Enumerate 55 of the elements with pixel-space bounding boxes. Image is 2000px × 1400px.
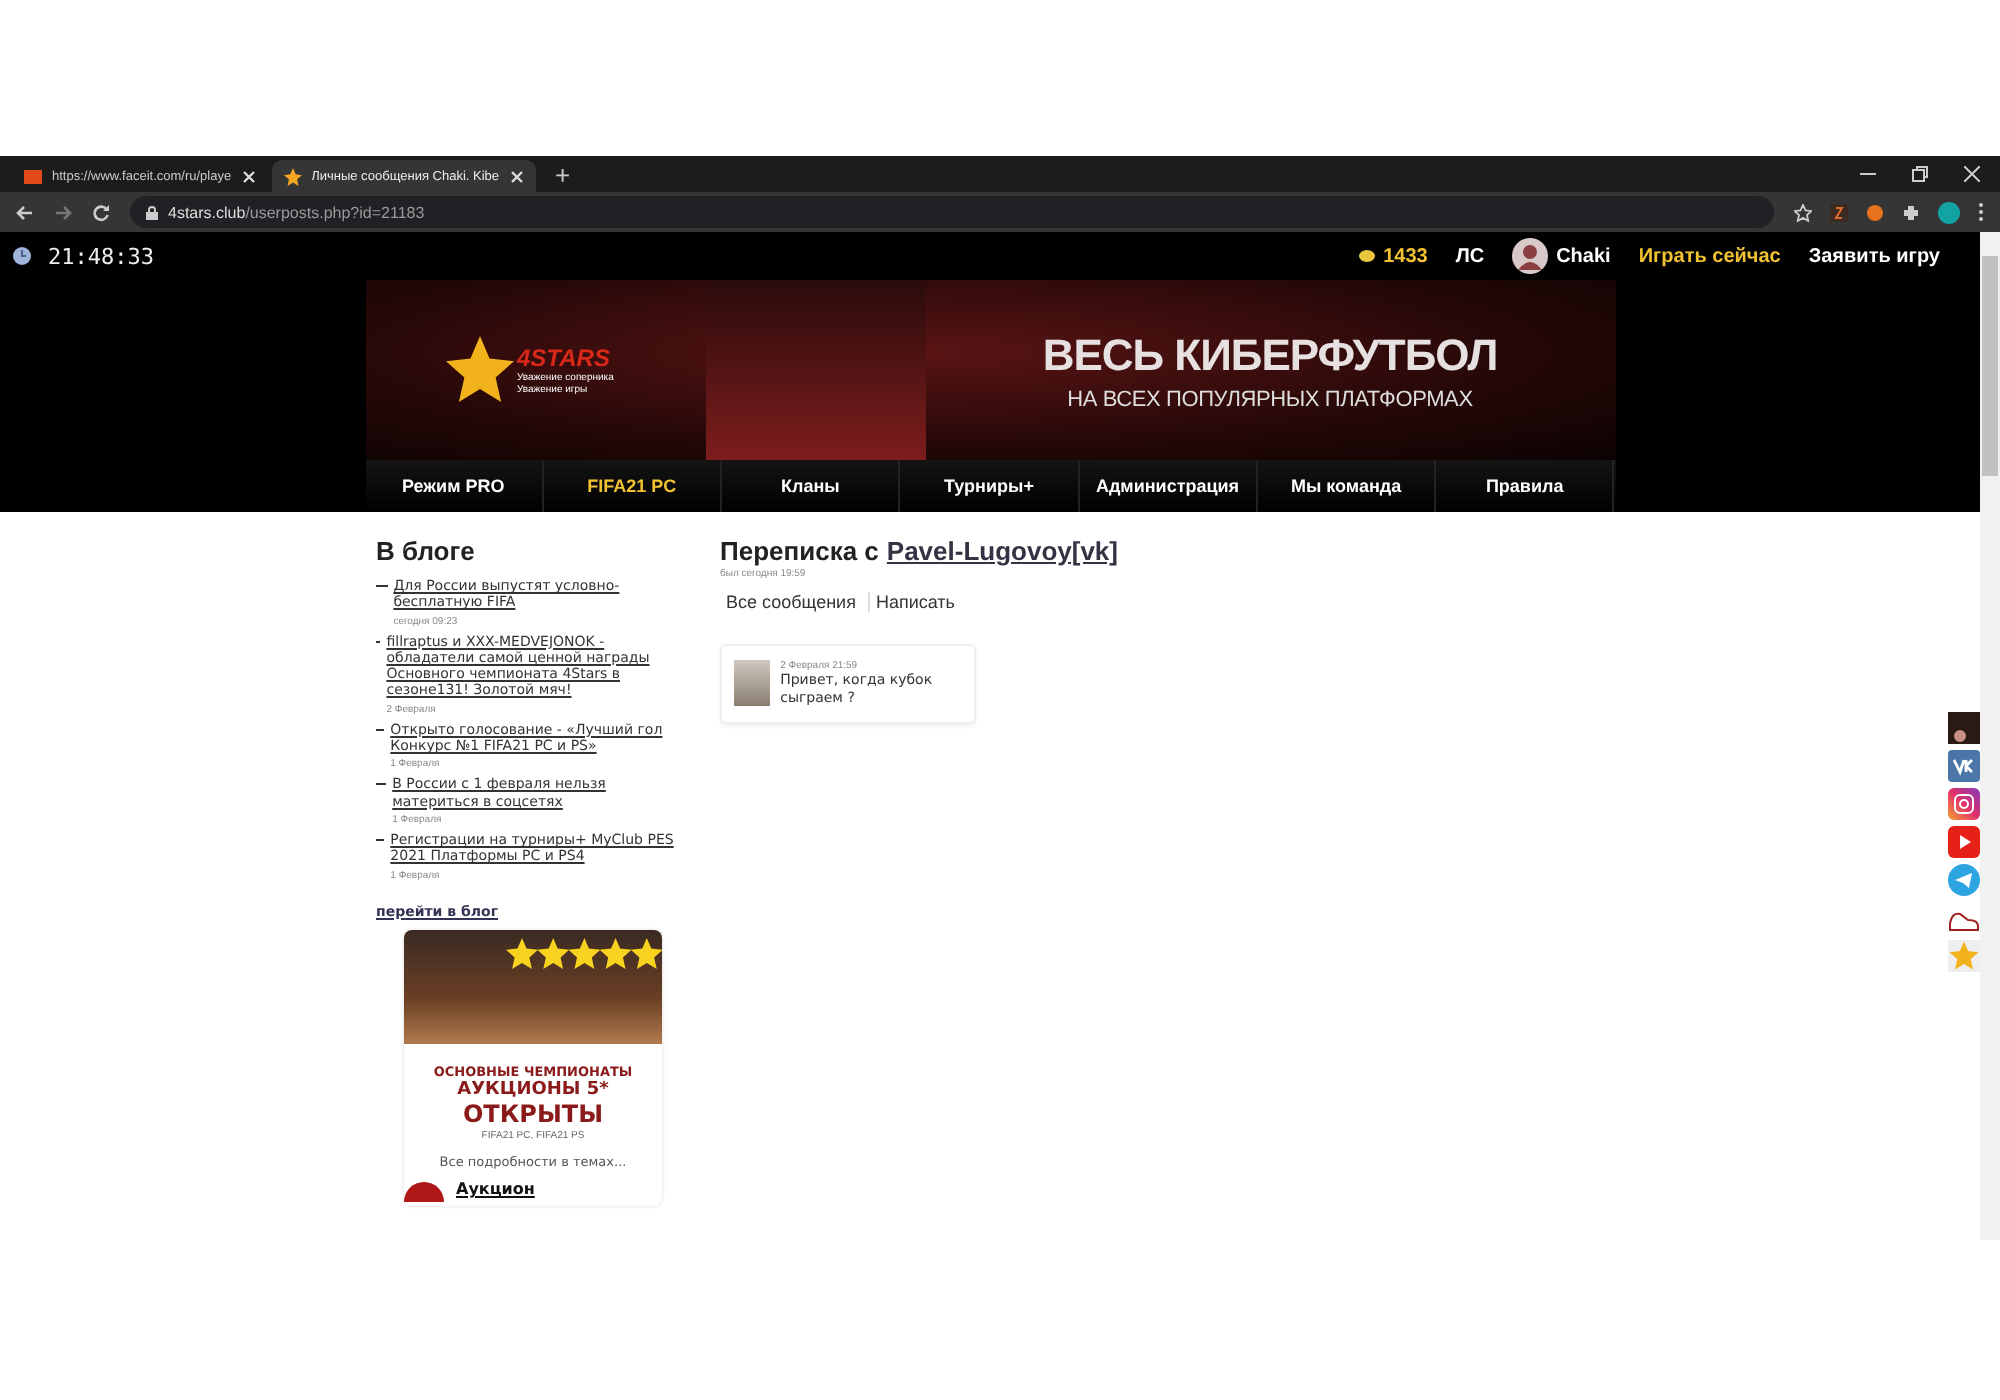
clock-time: 21:48:33 xyxy=(48,243,154,269)
address-field[interactable]: 4stars.club/userposts.php?id=21183 xyxy=(130,196,1774,228)
promo-title: АУКЦИОНЫ 5* xyxy=(457,1079,609,1100)
topic-link[interactable]: Аукцион xyxy=(456,1180,535,1199)
close-icon[interactable] xyxy=(1964,166,1980,182)
profile-avatar-icon[interactable] xyxy=(1938,201,1960,223)
coin-balance: 1433 xyxy=(1383,245,1428,267)
banner-headline: ВЕСЬ КИБЕРФУТБОЛ xyxy=(1042,329,1498,381)
username-link[interactable]: Chaki xyxy=(1556,245,1611,267)
close-icon[interactable] xyxy=(241,169,256,183)
nav-item[interactable]: Турниры+ xyxy=(900,460,1080,512)
extension-icon[interactable] xyxy=(1866,203,1884,221)
favicon-icon xyxy=(24,169,42,183)
declare-game-link[interactable]: Заявить игру xyxy=(1808,245,1940,267)
back-icon[interactable] xyxy=(16,203,34,221)
bookmark-star-icon[interactable] xyxy=(1794,203,1812,221)
star-favicon-icon xyxy=(283,167,302,185)
star-logo-icon[interactable] xyxy=(1948,940,1980,972)
star-logo-icon xyxy=(445,336,513,404)
instagram-icon[interactable] xyxy=(1948,788,1980,820)
nav-item[interactable]: Правила xyxy=(1436,460,1615,512)
coins-icon xyxy=(1357,248,1376,264)
youtube-icon[interactable] xyxy=(1948,826,1980,858)
nav-item[interactable]: Режим PRO xyxy=(365,460,544,512)
promo-headline: ОТКРЫТЫ xyxy=(462,1099,604,1128)
blog-heading: В блоге xyxy=(376,536,477,566)
scrollbar[interactable] xyxy=(1980,232,2000,1240)
partner-link[interactable]: Pavel-Lugovoy[vk] xyxy=(886,536,1118,566)
play-now-link[interactable]: Играть сейчас xyxy=(1638,245,1781,267)
nav-item[interactable]: Мы команда xyxy=(1257,460,1437,512)
photo-icon[interactable] xyxy=(1948,712,1980,744)
reload-icon[interactable] xyxy=(92,203,110,221)
messages-link[interactable]: ЛС xyxy=(1455,245,1485,267)
club-logo-icon xyxy=(404,1177,444,1202)
conversation-action-link[interactable]: Все сообщения xyxy=(720,592,870,612)
vk-icon[interactable] xyxy=(1948,750,1980,782)
conversation-action-link[interactable]: Написать xyxy=(869,592,967,612)
banner-subheadline: НА ВСЕХ ПОПУЛЯРНЫХ ПЛАТФОРМАХ xyxy=(1067,387,1473,411)
lock-icon xyxy=(146,205,158,219)
puzzle-icon[interactable] xyxy=(1902,203,1920,221)
menu-icon[interactable] xyxy=(1978,202,1984,222)
sender-photo-placeholder xyxy=(734,660,771,706)
restore-icon[interactable] xyxy=(1912,166,1928,182)
new-tab-button[interactable]: + xyxy=(539,160,587,192)
nav-item[interactable]: Администрация xyxy=(1079,460,1258,512)
forward-icon[interactable] xyxy=(54,203,72,221)
logo-text: 4STARS xyxy=(517,344,612,372)
extension-icon[interactable] xyxy=(1830,203,1848,221)
nav-item[interactable]: Кланы xyxy=(722,460,901,512)
clock-icon xyxy=(12,246,32,266)
five-stars-icon xyxy=(506,937,662,970)
nav-item[interactable]: FIFA21 PC xyxy=(543,460,723,512)
user-avatar[interactable] xyxy=(1512,238,1549,274)
conversation-title: Переписка с xyxy=(720,536,879,566)
close-icon[interactable] xyxy=(509,169,524,183)
